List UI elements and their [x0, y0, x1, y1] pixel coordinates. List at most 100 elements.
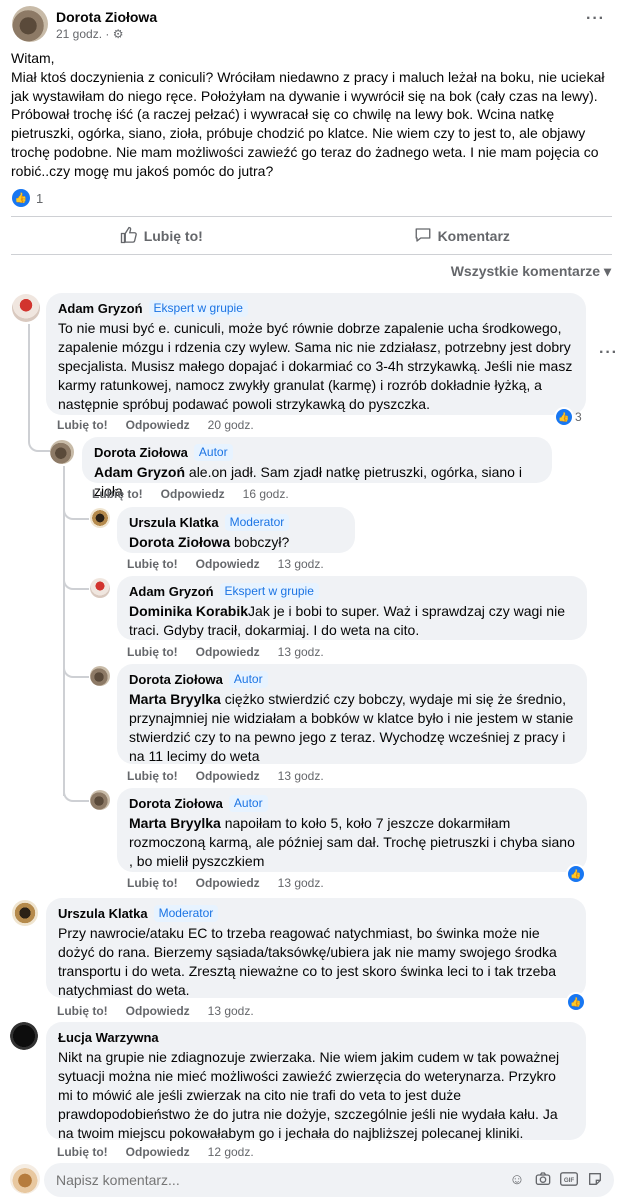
comment-timestamp[interactable]: 13 godz. — [278, 557, 324, 571]
comment-like-link[interactable]: Lubię to! — [57, 1145, 108, 1159]
mention-link[interactable]: Adam Gryzoń — [94, 464, 185, 480]
comment-timestamp[interactable]: 13 godz. — [278, 769, 324, 783]
post-author[interactable]: Dorota Ziołowa — [56, 9, 157, 25]
comment-actions: Lubię to! Odpowiedz 13 godz. — [127, 876, 324, 890]
comment-button-label: Komentarz — [437, 228, 510, 244]
comment-reply-link[interactable]: Odpowiedz — [161, 487, 225, 501]
emoji-icon[interactable]: ☺ — [508, 1171, 526, 1189]
commenter-avatar[interactable] — [10, 1022, 38, 1050]
mention-link[interactable]: Dorota Ziołowa — [129, 534, 230, 550]
comment-button[interactable]: Komentarz — [312, 218, 613, 254]
divider — [11, 254, 612, 255]
comment-bubble: Dorota Ziołowa Autor Marta Bryylka napoi… — [117, 788, 587, 872]
commenter-avatar[interactable] — [12, 294, 40, 322]
svg-text:GIF: GIF — [564, 1177, 575, 1184]
role-badge: Ekspert w grupie — [219, 583, 319, 600]
comment-reply-link[interactable]: Odpowiedz — [126, 418, 190, 432]
post-text: Miał ktoś doczynienia z coniculi? Wrócił… — [11, 68, 605, 179]
comment-actions: Lubię to! Odpowiedz 12 godz. — [57, 1145, 254, 1159]
comment-author[interactable]: Dorota Ziołowa — [129, 670, 223, 689]
post-action-bar: Lubię to! Komentarz — [11, 218, 612, 254]
comment-actions: Lubię to! Odpowiedz 20 godz. — [57, 418, 254, 432]
camera-icon[interactable] — [534, 1171, 552, 1189]
comment-author[interactable]: Dorota Ziołowa — [129, 794, 223, 813]
commenter-avatar[interactable] — [90, 578, 110, 598]
comment-timestamp[interactable]: 12 godz. — [208, 1145, 254, 1159]
comment-timestamp[interactable]: 13 godz. — [278, 645, 324, 659]
comment-reply-link[interactable]: Odpowiedz — [196, 557, 260, 571]
comment-like-link[interactable]: Lubię to! — [127, 557, 178, 571]
role-badge: Ekspert w grupie — [148, 300, 248, 317]
sticker-icon[interactable] — [586, 1171, 604, 1189]
post-body: Witam, Miał ktoś doczynienia z coniculi?… — [11, 49, 615, 181]
comment-reply-link[interactable]: Odpowiedz — [196, 645, 260, 659]
thread-connector — [63, 570, 89, 590]
role-badge: Moderator — [224, 514, 290, 531]
comment-like-link[interactable]: Lubię to! — [127, 769, 178, 783]
comment-text: Nikt na grupie nie zdiagnozuje zwierzaka… — [58, 1049, 560, 1141]
comment-input[interactable] — [56, 1163, 486, 1197]
commenter-avatar[interactable] — [90, 790, 110, 810]
comment-author[interactable]: Dorota Ziołowa — [94, 443, 188, 462]
divider — [11, 216, 612, 217]
comment-actions: Lubię to! Odpowiedz 13 godz. — [57, 1004, 254, 1018]
comment-like-link[interactable]: Lubię to! — [127, 876, 178, 890]
comment-timestamp[interactable]: 13 godz. — [208, 1004, 254, 1018]
comment-text: To nie musi być e. cuniculi, może być ró… — [58, 320, 573, 412]
thumbs-up-icon — [120, 226, 138, 247]
comment-like-link[interactable]: Lubię to! — [57, 418, 108, 432]
comment-author[interactable]: Urszula Klatka — [58, 904, 148, 923]
post-reactions[interactable]: 👍 1 — [12, 188, 43, 208]
post-greeting: Witam, — [11, 50, 55, 66]
comment-timestamp[interactable]: 20 godz. — [208, 418, 254, 432]
comment-timestamp[interactable]: 16 godz. — [243, 487, 289, 501]
comment-like-link[interactable]: Lubię to! — [92, 487, 143, 501]
role-badge: Moderator — [153, 905, 219, 922]
comment-like-link[interactable]: Lubię to! — [57, 1004, 108, 1018]
like-button[interactable]: Lubię to! — [11, 218, 312, 254]
thread-line — [28, 324, 30, 432]
commenter-avatar[interactable] — [50, 440, 74, 464]
commenter-avatar[interactable] — [12, 900, 38, 926]
comment-actions: Lubię to! Odpowiedz 16 godz. — [92, 487, 289, 501]
comment-bubble: Łucja Warzywna Nikt na grupie nie zdiagn… — [46, 1022, 586, 1141]
comment-reply-link[interactable]: Odpowiedz — [196, 769, 260, 783]
post-timestamp[interactable]: 21 godz. · ⚙ — [56, 27, 123, 41]
comment-options-icon[interactable]: ··· — [599, 344, 618, 362]
mention-link[interactable]: Marta Bryylka — [129, 691, 221, 707]
comment-bubble: Urszula Klatka Moderator Dorota Ziołowa … — [117, 507, 355, 553]
comment-actions: Lubię to! Odpowiedz 13 godz. — [127, 557, 324, 571]
comment-like-link[interactable]: Lubię to! — [127, 645, 178, 659]
comment-author[interactable]: Adam Gryzoń — [58, 299, 143, 318]
gif-icon[interactable]: GIF — [560, 1171, 578, 1189]
comment-reply-link[interactable]: Odpowiedz — [126, 1004, 190, 1018]
comment-text: bobczył? — [230, 534, 290, 550]
comment-bubble: Adam Gryzoń Ekspert w grupie To nie musi… — [46, 293, 586, 415]
author-avatar[interactable] — [12, 6, 48, 42]
role-badge: Autor — [228, 795, 268, 812]
mention-link[interactable]: Dominika Korabik — [129, 603, 248, 619]
like-reaction-icon: 👍 — [12, 189, 30, 207]
comment-reaction-count: 3 — [575, 410, 582, 424]
comment-sort-dropdown[interactable]: Wszystkie komentarze ▾ — [451, 263, 611, 280]
comment-reply-link[interactable]: Odpowiedz — [196, 876, 260, 890]
comment-icon — [414, 226, 432, 247]
comment-bubble: Dorota Ziołowa Autor Marta Bryylka ciężk… — [117, 664, 587, 764]
commenter-avatar[interactable] — [90, 508, 110, 528]
comment-timestamp[interactable]: 13 godz. — [278, 876, 324, 890]
post-header: Dorota Ziołowa 21 godz. · ⚙ — [12, 6, 612, 46]
comment-bubble: Adam Gryzoń Ekspert w grupie Dominika Ko… — [117, 576, 587, 640]
more-options-icon[interactable]: ··· — [586, 10, 605, 28]
comment-author[interactable]: Łucja Warzywna — [58, 1028, 159, 1047]
commenter-avatar[interactable] — [90, 666, 110, 686]
thread-connector — [63, 782, 89, 802]
current-user-avatar[interactable] — [10, 1164, 40, 1194]
like-reaction-icon: 👍 — [554, 407, 574, 427]
mention-link[interactable]: Marta Bryylka — [129, 815, 221, 831]
reaction-count: 1 — [36, 190, 44, 206]
like-reaction-icon: 👍 — [566, 864, 586, 884]
comment-reply-link[interactable]: Odpowiedz — [126, 1145, 190, 1159]
comment-text: Przy nawrocie/ataku EC to trzeba reagowa… — [58, 925, 557, 998]
comment-author[interactable]: Adam Gryzoń — [129, 582, 214, 601]
comment-author[interactable]: Urszula Klatka — [129, 513, 219, 532]
